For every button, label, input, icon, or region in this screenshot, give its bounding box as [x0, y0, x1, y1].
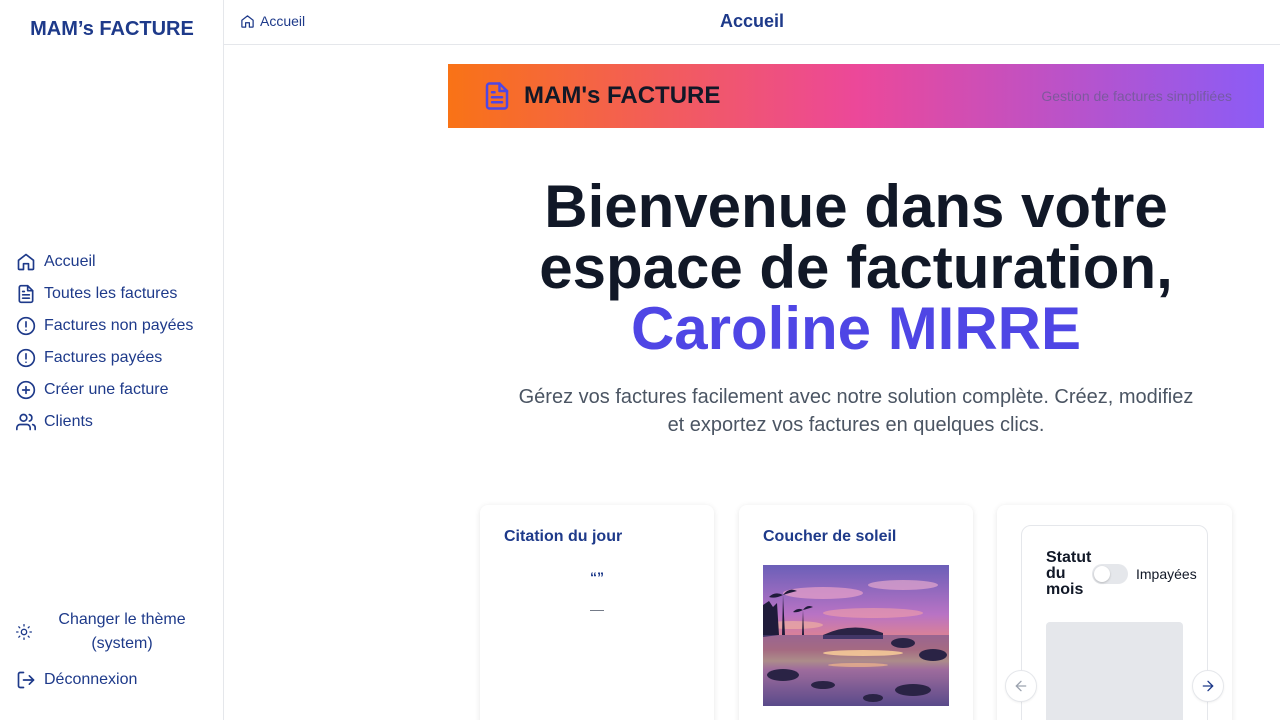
sunset-image — [763, 565, 949, 706]
logout-label: Déconnexion — [44, 671, 138, 688]
top-bar: Accueil Accueil — [224, 0, 1280, 45]
sidebar-item-clients[interactable]: Clients — [16, 406, 193, 438]
quote-text: “” — [590, 569, 604, 585]
file-text-icon — [16, 284, 36, 304]
chart-placeholder — [1046, 622, 1183, 720]
sun-icon — [16, 624, 32, 640]
sidebar: MAM’s FACTURE Accueil Toutes les facture… — [0, 0, 224, 720]
hero-banner: MAM's FACTURE Gestion de factures simpli… — [448, 64, 1264, 128]
quote-card-title: Citation du jour — [504, 528, 623, 545]
sunset-card: Coucher de soleil — [739, 505, 973, 720]
sidebar-item-label: Toutes les factures — [44, 285, 178, 302]
welcome-section: Bienvenue dans votre espace de facturati… — [448, 176, 1264, 439]
home-icon — [16, 252, 36, 272]
alert-circle-icon — [16, 348, 36, 368]
sidebar-item-label: Clients — [44, 413, 93, 430]
sunset-card-title: Coucher de soleil — [763, 528, 897, 545]
users-icon — [16, 412, 36, 432]
user-name: Caroline MIRRE — [630, 295, 1082, 362]
log-out-icon — [16, 670, 36, 690]
welcome-heading: Bienvenue dans votre espace de facturati… — [448, 176, 1264, 359]
sidebar-item-label: Accueil — [44, 253, 96, 270]
sidebar-item-all-invoices[interactable]: Toutes les factures — [16, 278, 193, 310]
arrow-right-icon — [1202, 680, 1214, 692]
alert-circle-icon — [16, 316, 36, 336]
unpaid-toggle[interactable] — [1092, 564, 1128, 584]
theme-toggle-button[interactable]: Changer le thème (system) — [16, 608, 216, 656]
sidebar-item-unpaid[interactable]: Factures non payées — [16, 310, 193, 342]
sidebar-nav: Accueil Toutes les factures Factures non… — [16, 246, 193, 438]
arrow-left-icon — [1015, 680, 1027, 692]
page-title: Accueil — [719, 11, 785, 31]
banner-title: MAM's FACTURE — [524, 82, 721, 109]
sidebar-item-accueil[interactable]: Accueil — [16, 246, 193, 278]
app-brand[interactable]: MAM’s FACTURE — [0, 18, 224, 41]
sidebar-item-label: Créer une facture — [44, 381, 169, 398]
sidebar-item-paid[interactable]: Factures payées — [16, 342, 193, 374]
carousel-next-button[interactable] — [1192, 670, 1224, 702]
plus-circle-icon — [16, 380, 36, 400]
theme-toggle-label: Changer le thème (system) — [58, 611, 186, 652]
welcome-line-1: Bienvenue dans votre — [544, 173, 1168, 240]
carousel-prev-button[interactable] — [1005, 670, 1037, 702]
sidebar-item-create-invoice[interactable]: Créer une facture — [16, 374, 193, 406]
quote-author: — — [590, 601, 604, 617]
unpaid-toggle-label: Impayées — [1136, 566, 1197, 582]
sidebar-item-label: Factures payées — [44, 349, 163, 366]
status-title: Statut du mois — [1046, 549, 1092, 598]
invoice-logo-icon — [485, 82, 509, 110]
sidebar-footer: Changer le thème (system) Déconnexion — [16, 608, 216, 696]
toggle-knob — [1094, 566, 1110, 582]
welcome-description: Gérez vos factures facilement avec notre… — [518, 386, 1194, 436]
banner-subtitle: Gestion de factures simplifiées — [1041, 88, 1232, 104]
sidebar-item-label: Factures non payées — [44, 317, 194, 334]
status-panel: Statut du mois Impayées — [1021, 525, 1208, 720]
logout-button[interactable]: Déconnexion — [16, 664, 216, 696]
quote-card: Citation du jour “” — — [480, 505, 714, 720]
welcome-line-2: espace de facturation, — [539, 234, 1173, 301]
